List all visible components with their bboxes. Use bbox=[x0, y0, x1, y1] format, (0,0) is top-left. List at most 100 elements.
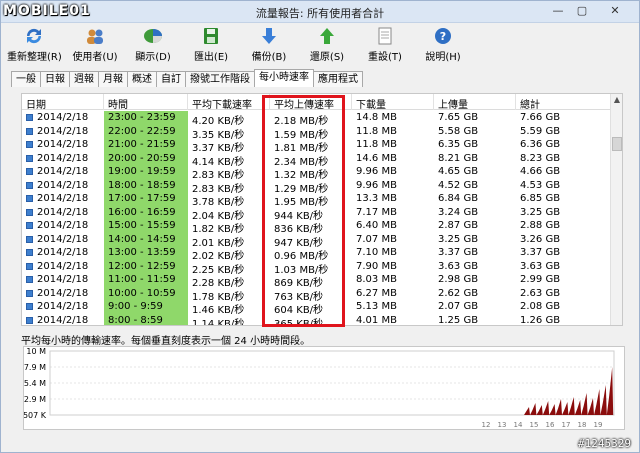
x-tick-label: 12 bbox=[482, 421, 491, 429]
cell-date-text: 2014/2/18 bbox=[37, 139, 89, 150]
col-avg-upload[interactable]: 平均上傳速率 bbox=[270, 94, 352, 111]
cell-date-text: 2014/2/18 bbox=[37, 179, 89, 191]
backup-arrow-icon bbox=[258, 27, 280, 45]
watermark-id: #1245329 bbox=[578, 437, 631, 450]
report-tabs: 一般 日報 週報 月報 概述 自訂 撥號工作階段 每小時速率 應用程式 bbox=[11, 69, 363, 87]
hourly-rate-table: 日期 時間 平均下載速率 平均上傳速率 下載量 上傳量 總計 2014/2/18… bbox=[21, 93, 623, 326]
svg-text:?: ? bbox=[440, 30, 446, 43]
scroll-thumb[interactable] bbox=[612, 137, 622, 151]
cell-date-text: 2014/2/18 bbox=[37, 193, 89, 204]
row-icon bbox=[26, 235, 33, 243]
col-avg-download[interactable]: 平均下載速率 bbox=[188, 94, 270, 111]
close-button[interactable]: ✕ bbox=[595, 3, 635, 19]
cell-date-text: 2014/2/18 bbox=[37, 166, 89, 177]
users-button[interactable]: 使用者(U) bbox=[67, 25, 123, 67]
backup-button[interactable]: 備份(B) bbox=[241, 25, 297, 67]
minimize-button[interactable]: — bbox=[547, 3, 569, 19]
tab-general[interactable]: 一般 bbox=[11, 71, 41, 87]
row-icon bbox=[26, 276, 33, 283]
y-tick-label: 10 M bbox=[26, 347, 46, 356]
table-row[interactable]: 2014/2/18 8:00 - 8:59 1.14 KB/秒 365 KB/秒 4.0… bbox=[22, 313, 612, 326]
row-icon bbox=[26, 222, 33, 229]
display-button[interactable]: 顯示(D) bbox=[125, 25, 181, 67]
users-icon bbox=[84, 27, 106, 45]
maximize-button[interactable]: ▢ bbox=[571, 3, 593, 19]
tab-monthly[interactable]: 月報 bbox=[98, 71, 128, 87]
row-icon bbox=[26, 289, 33, 297]
cell-date: 2014/2/18 bbox=[22, 314, 104, 326]
cell-date-text: 2014/2/18 bbox=[37, 301, 89, 312]
help-label: 說明(H) bbox=[425, 52, 461, 63]
refresh-icon bbox=[23, 27, 45, 45]
reset-page-icon bbox=[374, 27, 396, 45]
scroll-up-icon[interactable]: ▲ bbox=[611, 94, 622, 106]
y-tick-label: 2.9 M bbox=[24, 395, 46, 404]
cell-date-text: 2014/2/18 bbox=[37, 112, 89, 123]
row-icon bbox=[26, 316, 33, 324]
y-tick-label: 507 K bbox=[24, 411, 47, 420]
rate-chart-svg: 10 M 7.9 M 5.4 M 2.9 M 507 K 12 13 14 15 16 17 18 19 bbox=[23, 347, 615, 429]
tab-summary[interactable]: 概述 bbox=[127, 71, 157, 87]
window-title: 流量報告: 所有使用者合計 bbox=[255, 7, 385, 20]
cell-avg-download: 1.14 KB/秒 bbox=[192, 318, 245, 326]
chart-description: 平均每小時的傳輸速率。每個垂直刻度表示一個 24 小時時間段。 bbox=[21, 336, 311, 347]
tab-daily[interactable]: 日報 bbox=[40, 71, 70, 87]
cell-time: 8:00 - 8:59 bbox=[104, 313, 188, 325]
reset-button[interactable]: 重設(T) bbox=[357, 25, 413, 67]
display-label: 顯示(D) bbox=[135, 52, 171, 63]
restore-button[interactable]: 還原(S) bbox=[299, 25, 355, 67]
cell-date-text: 2014/2/18 bbox=[37, 233, 89, 245]
row-icon bbox=[26, 303, 33, 310]
x-tick-label: 13 bbox=[498, 421, 507, 429]
cell-date-text: 2014/2/18 bbox=[37, 314, 89, 326]
cell-avg-upload: 365 KB/秒 bbox=[274, 318, 324, 326]
col-date[interactable]: 日期 bbox=[22, 94, 104, 111]
refresh-label: 重新整理(R) bbox=[7, 52, 62, 63]
tab-custom[interactable]: 自訂 bbox=[156, 71, 186, 87]
vertical-scrollbar[interactable]: ▲ bbox=[610, 94, 622, 325]
row-icon bbox=[26, 168, 33, 175]
y-tick-label: 5.4 M bbox=[24, 379, 46, 388]
col-total[interactable]: 總計 bbox=[516, 94, 612, 111]
cell-date-text: 2014/2/18 bbox=[37, 206, 89, 218]
rate-chart: 10 M 7.9 M 5.4 M 2.9 M 507 K 12 13 14 15 16 17 18 19 bbox=[23, 346, 625, 430]
tab-hourly-rate[interactable]: 每小時速率 bbox=[254, 69, 314, 87]
reset-label: 重設(T) bbox=[368, 52, 402, 63]
col-downloaded[interactable]: 下載量 bbox=[352, 94, 434, 111]
backup-label: 備份(B) bbox=[251, 52, 287, 63]
title-bar: MOBILE01 流量報告: 所有使用者合計 — ▢ ✕ bbox=[1, 1, 639, 23]
tab-dialup-sessions[interactable]: 撥號工作階段 bbox=[185, 71, 255, 87]
col-time[interactable]: 時間 bbox=[104, 94, 188, 111]
restore-label: 還原(S) bbox=[309, 52, 345, 63]
x-tick-label: 15 bbox=[530, 421, 539, 429]
cell-date-text: 2014/2/18 bbox=[37, 247, 89, 258]
cell-date-text: 2014/2/18 bbox=[37, 125, 89, 137]
tab-applications[interactable]: 應用程式 bbox=[313, 71, 363, 87]
export-disk-icon bbox=[200, 27, 222, 45]
x-tick-label: 18 bbox=[578, 421, 587, 429]
export-label: 匯出(E) bbox=[193, 52, 229, 63]
toolbar: 重新整理(R) 使用者(U) 顯示(D) 匯出(E) 備份(B) 還原(S) 重… bbox=[1, 25, 639, 67]
display-icon bbox=[142, 27, 164, 45]
cell-date-text: 2014/2/18 bbox=[37, 287, 89, 299]
help-button[interactable]: ? 說明(H) bbox=[415, 25, 471, 67]
tab-weekly[interactable]: 週報 bbox=[69, 71, 99, 87]
col-uploaded[interactable]: 上傳量 bbox=[434, 94, 516, 111]
cell-date-text: 2014/2/18 bbox=[37, 220, 89, 231]
cell-total: 1.26 GB bbox=[520, 314, 561, 326]
row-icon bbox=[26, 262, 33, 270]
row-icon bbox=[26, 195, 33, 202]
restore-arrow-icon bbox=[316, 27, 338, 45]
help-icon: ? bbox=[432, 27, 454, 45]
rate-area-series bbox=[524, 367, 614, 415]
table-header: 日期 時間 平均下載速率 平均上傳速率 下載量 上傳量 總計 bbox=[22, 94, 612, 111]
row-icon bbox=[26, 154, 33, 162]
users-label: 使用者(U) bbox=[72, 52, 118, 63]
row-icon bbox=[26, 249, 33, 256]
refresh-button[interactable]: 重新整理(R) bbox=[7, 25, 62, 67]
row-icon bbox=[26, 208, 33, 216]
export-button[interactable]: 匯出(E) bbox=[183, 25, 239, 67]
y-tick-label: 7.9 M bbox=[24, 363, 46, 372]
x-tick-label: 19 bbox=[594, 421, 603, 429]
cell-downloaded: 4.01 MB bbox=[356, 314, 397, 326]
